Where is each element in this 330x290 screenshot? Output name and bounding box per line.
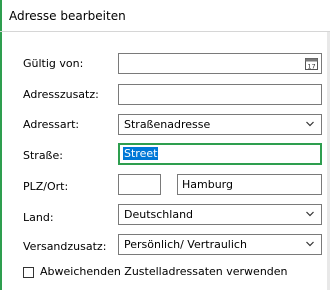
abweichender-empfaenger-label[interactable]: Abweichenden Zustelladressaten verwenden bbox=[40, 265, 288, 278]
window-accent-border bbox=[0, 0, 2, 290]
strasse-label: Straße: bbox=[23, 149, 63, 162]
versandzusatz-selected-value: Persönlich/ Vertraulich bbox=[124, 238, 247, 251]
adressart-selected-value: Straßenadresse bbox=[124, 118, 211, 131]
strasse-value: Street bbox=[123, 147, 159, 160]
land-label: Land: bbox=[23, 211, 54, 224]
land-select[interactable]: Deutschland bbox=[118, 204, 322, 225]
strasse-input[interactable]: Street bbox=[118, 143, 322, 165]
gueltig-von-label: Gültig von: bbox=[23, 57, 84, 70]
plz-input[interactable] bbox=[118, 174, 161, 195]
chevron-down-icon bbox=[306, 211, 314, 217]
chevron-down-icon bbox=[306, 241, 314, 247]
abweichender-empfaenger-checkbox[interactable] bbox=[23, 267, 34, 278]
ort-input[interactable]: Hamburg bbox=[177, 174, 322, 195]
title-separator bbox=[0, 31, 330, 32]
versandzusatz-select[interactable]: Persönlich/ Vertraulich bbox=[118, 234, 322, 255]
plz-ort-label: PLZ/Ort: bbox=[23, 180, 69, 193]
land-selected-value: Deutschland bbox=[124, 208, 194, 221]
chevron-down-icon bbox=[306, 121, 314, 127]
ort-value: Hamburg bbox=[182, 178, 233, 191]
calendar-day-text: 17 bbox=[307, 62, 315, 70]
adresszusatz-input[interactable] bbox=[118, 84, 322, 105]
adressart-label: Adressart: bbox=[23, 118, 80, 131]
calendar-icon[interactable]: 17 bbox=[305, 57, 318, 70]
adresszusatz-label: Adresszusatz: bbox=[23, 88, 99, 101]
adressart-select[interactable]: Straßenadresse bbox=[118, 114, 322, 135]
gueltig-von-date-field[interactable]: 17 bbox=[118, 53, 322, 74]
dialog-title: Adresse bearbeiten bbox=[9, 9, 126, 23]
versandzusatz-label: Versandzusatz: bbox=[23, 240, 107, 253]
